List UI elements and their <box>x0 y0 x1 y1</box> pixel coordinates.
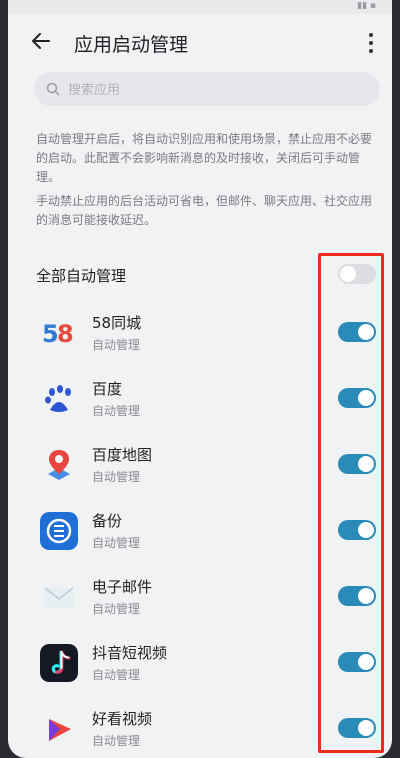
backup-icon <box>40 512 78 550</box>
app-toggle-58[interactable] <box>338 322 376 342</box>
app-status: 自动管理 <box>92 404 141 418</box>
app-name: 备份 <box>92 512 123 530</box>
app-toggle-haokan[interactable] <box>338 718 376 738</box>
app-row-douyin[interactable]: 抖音短视频 自动管理 <box>36 636 380 690</box>
app-toggle-baidu[interactable] <box>338 388 376 408</box>
app-status: 自动管理 <box>92 668 141 682</box>
status-indicators: ▮▮ ▪ <box>357 1 376 11</box>
baidu-map-icon <box>40 446 78 484</box>
app-toggle-backup[interactable] <box>338 520 376 540</box>
app-toggle-douyin[interactable] <box>338 652 376 672</box>
app-toggle-baidu-map[interactable] <box>338 454 376 474</box>
app-name: 百度 <box>92 380 123 398</box>
description-auto: 自动管理开启后，将自动识别应用和使用场景，禁止应用不必要的启动。此配置不会影响新… <box>36 132 373 184</box>
status-bar: ▮▮ ▪ <box>8 0 392 14</box>
app-name: 抖音短视频 <box>92 644 168 662</box>
app-name: 好看视频 <box>92 710 153 728</box>
app-status: 自动管理 <box>92 338 141 352</box>
app-name: 58同城 <box>92 314 142 332</box>
all-auto-manage-label: 全部自动管理 <box>36 267 127 285</box>
app-row-baidu[interactable]: 百度 自动管理 <box>36 372 380 426</box>
all-auto-manage-toggle[interactable] <box>338 264 376 284</box>
search-input[interactable] <box>66 78 370 102</box>
email-icon <box>40 578 78 616</box>
more-options-icon[interactable] <box>368 32 374 54</box>
search-bar[interactable] <box>34 72 380 106</box>
58-logo-icon: 5 8 <box>40 314 78 352</box>
app-status: 自动管理 <box>92 734 141 748</box>
phone-screen: ▮▮ ▪ 应用启动管理 自动管理开启后，将自动识别应用和使用场景，禁止应用不必要… <box>8 0 392 758</box>
app-status: 自动管理 <box>92 602 141 616</box>
app-bar: 应用启动管理 <box>8 14 392 68</box>
app-row-58[interactable]: 5 8 58同城 自动管理 <box>36 306 380 360</box>
description-manual: 手动禁止应用的后台活动可省电，但邮件、聊天应用、社交应用的消息可能接收延迟。 <box>36 194 373 227</box>
douyin-icon <box>40 644 78 682</box>
app-name: 电子邮件 <box>92 578 153 596</box>
app-name: 百度地图 <box>92 446 153 464</box>
haokan-video-icon <box>40 710 78 748</box>
all-auto-manage-row[interactable]: 全部自动管理 <box>36 262 380 290</box>
app-status: 自动管理 <box>92 536 141 550</box>
back-arrow-icon[interactable] <box>30 30 52 52</box>
svg-text:8: 8 <box>57 320 74 348</box>
app-row-baidu-map[interactable]: 百度地图 自动管理 <box>36 438 380 492</box>
app-row-email[interactable]: 电子邮件 自动管理 <box>36 570 380 624</box>
baidu-paw-icon <box>40 380 78 418</box>
app-row-haokan[interactable]: 好看视频 自动管理 <box>36 702 380 756</box>
app-row-backup[interactable]: 备份 自动管理 <box>36 504 380 558</box>
app-toggle-email[interactable] <box>338 586 376 606</box>
search-icon <box>46 82 60 96</box>
page-title: 应用启动管理 <box>74 34 189 56</box>
app-status: 自动管理 <box>92 470 141 484</box>
